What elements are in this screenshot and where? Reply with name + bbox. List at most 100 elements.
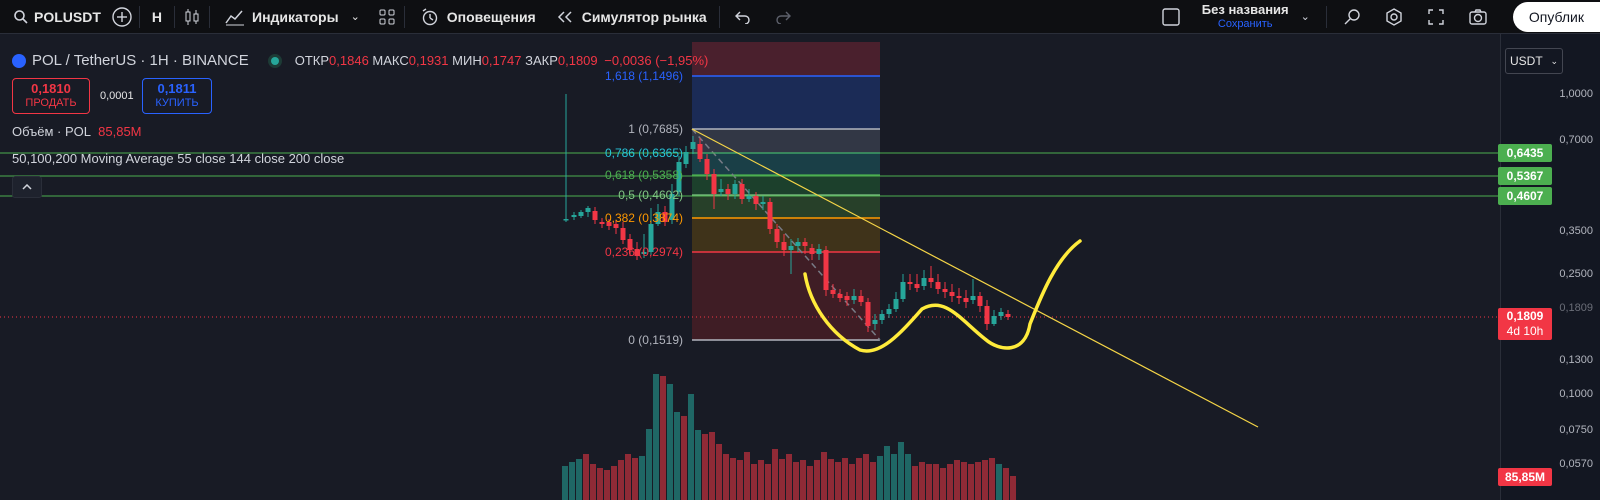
- gear-icon[interactable]: [1381, 4, 1407, 30]
- candle-body: [949, 292, 955, 296]
- volume-bar: [905, 454, 911, 500]
- candle-body: [781, 242, 787, 250]
- volume-bar: [898, 442, 904, 500]
- sell-price: 0,1810: [31, 81, 71, 96]
- candle-body: [563, 219, 569, 221]
- candle-body: [1005, 314, 1011, 317]
- candle-body: [816, 249, 822, 254]
- currency-label: USDT: [1510, 54, 1543, 68]
- templates-icon[interactable]: [374, 4, 400, 30]
- volume-bar: [891, 454, 897, 500]
- candle-body: [802, 242, 808, 246]
- fib-label: 1 (0,7685): [628, 122, 683, 136]
- fib-label: 0 (0,1519): [628, 333, 683, 347]
- fullscreen-icon[interactable]: [1423, 4, 1449, 30]
- currency-selector[interactable]: USDT ⌄: [1505, 48, 1563, 74]
- volume-bar: [989, 458, 995, 500]
- layout-icon[interactable]: [1158, 4, 1184, 30]
- indicators-button[interactable]: Индикаторы ⌄: [214, 0, 368, 34]
- axis-tick: 0,0750: [1559, 424, 1593, 436]
- volume-bar: [975, 462, 981, 500]
- layout-save-link[interactable]: Сохранить: [1218, 17, 1273, 31]
- undo-icon[interactable]: [730, 4, 756, 30]
- candle-body: [865, 302, 871, 326]
- candle-body: [592, 211, 598, 220]
- collapse-legend-button[interactable]: [12, 176, 42, 198]
- candle-body: [851, 296, 857, 300]
- candle-body: [788, 246, 794, 250]
- volume-bar: [912, 466, 918, 500]
- chevron-up-icon: [22, 184, 32, 190]
- volume-bar: [646, 429, 652, 500]
- candle-body: [578, 212, 584, 216]
- rewind-icon: [552, 4, 578, 30]
- search-icon: [8, 4, 34, 30]
- symbol-search[interactable]: POLUSDT: [0, 0, 109, 34]
- candle-body: [718, 189, 724, 192]
- axis-tick: 0,2500: [1559, 268, 1593, 280]
- axis-tick: 0,0570: [1559, 458, 1593, 470]
- ma-legend[interactable]: 50,100,200 Moving Average 55 close 144 c…: [12, 151, 344, 166]
- ohlc-values: ОТКР0,1846 МАКС0,1931 МИН0,1747 ЗАКР0,18…: [295, 53, 709, 68]
- add-symbol-icon[interactable]: [109, 4, 135, 30]
- volume-bar: [569, 462, 575, 500]
- candle-body: [984, 306, 990, 324]
- camera-icon[interactable]: [1465, 4, 1491, 30]
- chart-pane[interactable]: 1,618 (1,1496) 1 (0,7685) 0,786 (0,6365) 0,…: [0, 34, 1500, 500]
- volume-bar: [744, 452, 750, 500]
- market-status-icon: [270, 56, 279, 65]
- volume-legend[interactable]: Объём · POL 85,85M: [12, 124, 142, 139]
- high-value: 0,1931: [408, 53, 449, 68]
- fib-label: 0,236 (0,2974): [605, 245, 683, 259]
- candles-icon[interactable]: [179, 4, 205, 30]
- close-value: 0,1809: [557, 53, 598, 68]
- redo-icon[interactable]: [770, 4, 796, 30]
- candle-body: [697, 144, 703, 159]
- volume-bar: [933, 464, 939, 500]
- price-axis[interactable]: USDT ⌄ 1,0000 0,7000 0,3500 0,2500 0,180…: [1500, 34, 1600, 500]
- volume-bar: [730, 458, 736, 500]
- volume-bar: [1003, 468, 1009, 500]
- volume-bar: [562, 466, 568, 500]
- sell-button[interactable]: 0,1810 ПРОДАТЬ: [12, 78, 90, 114]
- buy-price: 0,1811: [157, 81, 197, 96]
- candle-body: [571, 215, 577, 217]
- axis-tick: 0,1300: [1559, 354, 1593, 366]
- volume-bar: [947, 464, 953, 500]
- candle-body: [809, 248, 815, 254]
- quick-search-icon[interactable]: [1339, 4, 1365, 30]
- volume-bar: [968, 464, 974, 500]
- fib-label: 1,618 (1,1496): [605, 69, 683, 83]
- spread-value: 0,0001: [100, 90, 134, 102]
- price-chart[interactable]: 1,618 (1,1496) 1 (0,7685) 0,786 (0,6365) 0,…: [0, 34, 1500, 500]
- candle-body: [956, 296, 962, 298]
- volume-bar: [653, 374, 659, 500]
- volume-price-tag: 85,85M: [1498, 468, 1552, 486]
- volume-bar: [828, 459, 834, 500]
- candle-body: [872, 320, 878, 324]
- symbol-title[interactable]: POL / TetherUS · 1H · BINANCE: [32, 52, 249, 69]
- layout-title: Без названия: [1201, 1, 1289, 17]
- candle-body: [921, 278, 927, 286]
- alerts-button[interactable]: Оповещения: [409, 0, 544, 34]
- alarm-clock-icon: [417, 4, 443, 30]
- last-price-value: 0,1809: [1506, 309, 1544, 323]
- candle-body: [711, 174, 717, 194]
- candle-body: [900, 282, 906, 299]
- replay-button[interactable]: Симулятор рынка: [544, 0, 715, 34]
- candle-body: [585, 208, 591, 212]
- symbol-name: POLUSDT: [34, 8, 101, 25]
- candle-body: [739, 184, 745, 199]
- chevron-down-icon[interactable]: ⌄: [1301, 10, 1310, 23]
- interval-button[interactable]: H: [144, 0, 170, 34]
- buy-label: КУПИТЬ: [155, 97, 199, 109]
- layout-name[interactable]: Без названия Сохранить: [1201, 1, 1289, 31]
- ma-price-tag: 0,6435: [1498, 144, 1552, 162]
- high-label: МАКС: [372, 53, 409, 68]
- candle-body: [970, 296, 976, 300]
- volume-bar: [576, 459, 582, 500]
- ma-price-tag: 0,5367: [1498, 167, 1552, 185]
- publish-button[interactable]: Опублик: [1512, 1, 1600, 32]
- buy-button[interactable]: 0,1811 КУПИТЬ: [142, 78, 212, 114]
- sell-label: ПРОДАТЬ: [25, 97, 77, 109]
